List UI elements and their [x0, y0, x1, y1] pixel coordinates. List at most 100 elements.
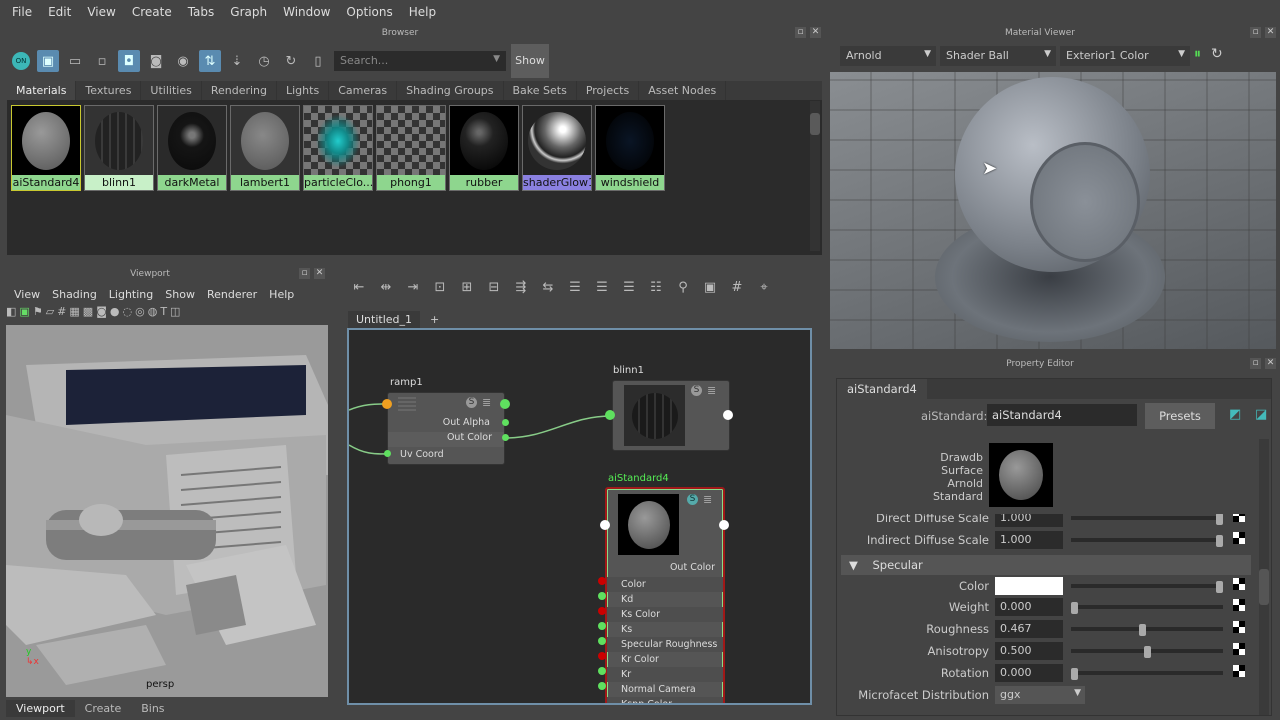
resolution-gate-icon[interactable]: ◫ [170, 305, 180, 322]
section-specular[interactable]: ▼ Specular [841, 555, 1251, 575]
vp-menu-lighting[interactable]: Lighting [103, 288, 159, 301]
rearrange-icon[interactable]: ⇆ [537, 276, 559, 298]
show-button[interactable]: Show [511, 44, 549, 78]
node-graph[interactable]: ramp1 S ≣ Out Alpha Out Color Uv Coord b… [347, 328, 812, 705]
sort-time-icon[interactable]: ◷ [253, 50, 275, 72]
float-icon[interactable]: ▫ [1250, 27, 1261, 38]
slider-handle[interactable] [1216, 581, 1223, 593]
attributes-icon[interactable]: ≣ [482, 396, 491, 409]
geometry-dropdown[interactable]: Shader Ball ▼ [940, 46, 1056, 66]
close-icon[interactable]: ✕ [1265, 27, 1276, 38]
swatch-shaderglow1[interactable]: shaderGlow1 [522, 105, 592, 191]
add-selected-icon[interactable]: ⊞ [456, 276, 478, 298]
slider[interactable] [1071, 624, 1223, 636]
menu-view[interactable]: View [79, 5, 123, 19]
reverse-sort-icon[interactable]: ↻ [280, 50, 302, 72]
swatch-view-icon[interactable]: ▣ [37, 50, 59, 72]
menu-tabs[interactable]: Tabs [180, 5, 223, 19]
clear-graph-icon[interactable]: ⇶ [510, 276, 532, 298]
microfacet-dropdown[interactable]: ggx ▼ [995, 686, 1085, 704]
io-connections-icon[interactable]: ⇹ [375, 276, 397, 298]
ramp-node[interactable]: S ≣ Out Alpha Out Color Uv Coord [387, 392, 505, 465]
attr-kr-color[interactable]: Kr Color [607, 652, 723, 667]
grid-toggle-icon[interactable]: # [726, 276, 748, 298]
aistandard-input-port[interactable] [600, 520, 610, 530]
connected-mode-icon[interactable]: ☰ [591, 276, 613, 298]
attributes-icon[interactable]: ≣ [707, 384, 716, 397]
search-icon[interactable]: ⚲ [672, 276, 694, 298]
vp-menu-renderer[interactable]: Renderer [201, 288, 263, 301]
wireframe-icon[interactable]: ▦ [69, 305, 79, 322]
map-button-icon[interactable] [1233, 665, 1245, 677]
tab-materials[interactable]: Materials [7, 81, 77, 100]
map-button-icon[interactable] [1233, 578, 1245, 590]
menu-edit[interactable]: Edit [40, 5, 79, 19]
map-button-icon[interactable] [1233, 532, 1245, 544]
shader-icon[interactable]: S [687, 494, 698, 505]
menu-create[interactable]: Create [124, 5, 180, 19]
property-scrollbar[interactable] [1259, 439, 1269, 715]
viewport-3d[interactable]: y ↳x persp [6, 325, 328, 697]
vp-menu-shading[interactable]: Shading [46, 288, 103, 301]
shadow-icon[interactable]: ◌ [122, 305, 132, 322]
xray-icon[interactable]: ◎ [135, 305, 145, 322]
swatch-lambert1[interactable]: lambert1 [230, 105, 300, 191]
large-icon[interactable]: ◙ [145, 50, 167, 72]
slider[interactable] [1071, 514, 1223, 525]
chevron-down-icon[interactable]: ▼ [493, 54, 500, 64]
xlarge-icon[interactable]: ◉ [172, 50, 194, 72]
vp-menu-help[interactable]: Help [263, 288, 300, 301]
attr-kr[interactable]: Kr [607, 667, 723, 682]
slider-handle[interactable] [1143, 646, 1151, 658]
blinn-input-port[interactable] [605, 410, 615, 420]
material-preview-render[interactable]: ➤ [830, 72, 1276, 349]
port-out-color[interactable]: Out Color [670, 562, 715, 573]
smooth-shade-icon[interactable]: ▩ [83, 305, 93, 322]
tab-aistandard4[interactable]: aiStandard4 [837, 379, 927, 399]
camera-icon[interactable]: ◧ [6, 305, 16, 322]
aistandard-output-port[interactable] [719, 520, 729, 530]
attr-ks-color[interactable]: Ks Color [607, 607, 723, 622]
tab-asset-nodes[interactable]: Asset Nodes [639, 81, 727, 100]
tab-lights[interactable]: Lights [277, 81, 330, 100]
float-icon[interactable]: ▫ [795, 27, 806, 38]
float-icon[interactable]: ▫ [1250, 358, 1261, 369]
toggle-on-icon[interactable]: ON [10, 50, 32, 72]
port-spec-roughness[interactable] [598, 637, 606, 645]
full-mode-icon[interactable]: ☰ [618, 276, 640, 298]
uv-coord-port[interactable] [384, 450, 391, 457]
sort-type-icon[interactable]: ⇣ [226, 50, 248, 72]
menu-help[interactable]: Help [401, 5, 444, 19]
value-field[interactable]: 0.000 [995, 664, 1063, 682]
tab-rendering[interactable]: Rendering [202, 81, 277, 100]
tab-cameras[interactable]: Cameras [329, 81, 398, 100]
close-icon[interactable]: ✕ [810, 27, 821, 38]
port-kr-color[interactable] [598, 652, 606, 660]
ramp-input-port[interactable] [382, 399, 392, 409]
grid-icon[interactable]: # [57, 305, 66, 322]
tab-shading-groups[interactable]: Shading Groups [397, 81, 504, 100]
attr-normal-camera[interactable]: Normal Camera [607, 682, 723, 697]
focus-input-icon[interactable]: ◩ [1229, 407, 1241, 422]
hud-icon[interactable]: T [160, 305, 167, 322]
browser-scrollbar[interactable] [810, 101, 820, 251]
port-kr[interactable] [598, 667, 606, 675]
port-kd[interactable] [598, 592, 606, 600]
sort-name-icon[interactable]: ⇅ [199, 50, 221, 72]
attr-ks[interactable]: Ks [607, 622, 723, 637]
refresh-icon[interactable]: ↻ [1211, 46, 1223, 66]
custom-mode-icon[interactable]: ☷ [645, 276, 667, 298]
port-ks-color[interactable] [598, 607, 606, 615]
shader-icon[interactable]: S [466, 397, 477, 408]
map-button-icon[interactable] [1233, 621, 1245, 633]
menu-window[interactable]: Window [275, 5, 338, 19]
map-button-icon[interactable] [1233, 514, 1245, 522]
simple-mode-icon[interactable]: ☰ [564, 276, 586, 298]
close-icon[interactable]: ✕ [1265, 358, 1276, 369]
isolate-icon[interactable]: ◍ [148, 305, 158, 322]
textured-icon[interactable]: ◙ [96, 305, 107, 322]
value-field[interactable]: 1.000 [995, 531, 1063, 549]
menu-options[interactable]: Options [338, 5, 400, 19]
slider[interactable] [1071, 602, 1223, 614]
snap-icon[interactable]: ⌖ [753, 276, 775, 298]
